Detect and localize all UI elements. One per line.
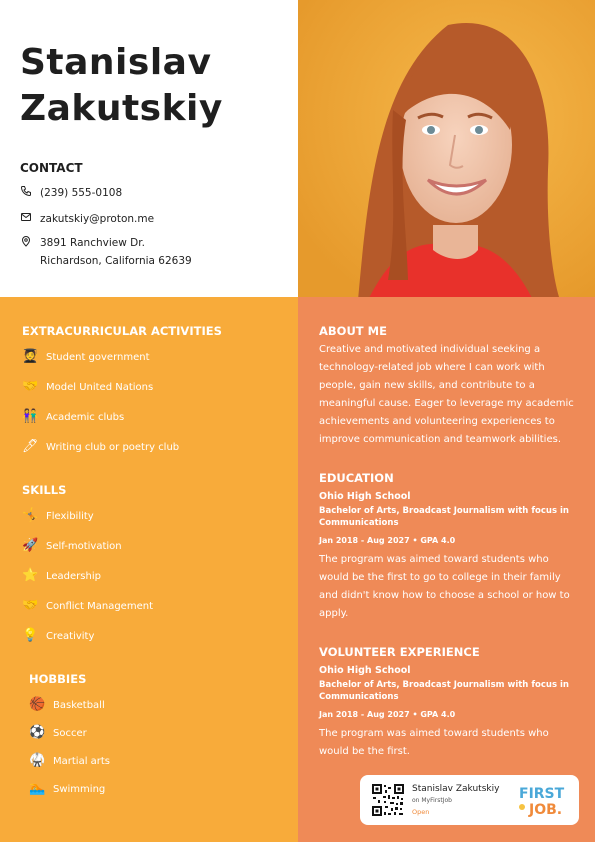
item-label: Student government	[46, 351, 150, 363]
address-line2: Richardson, California 62639	[40, 255, 192, 267]
people-icon: 👫	[22, 409, 39, 424]
extracurricular-item: 🧑‍🎓 Student government	[22, 349, 150, 365]
item-label: Flexibility	[46, 510, 94, 522]
item-label: Self-motivation	[46, 540, 122, 552]
education-dates: Jan 2018 - Aug 2027 • GPA 4.0	[319, 536, 456, 545]
volunteer-dates: Jan 2018 - Aug 2027 • GPA 4.0	[319, 710, 456, 719]
skill-item: 💡 Creativity	[22, 628, 94, 644]
extracurricular-heading: EXTRACURRICULAR ACTIVITIES	[22, 324, 222, 338]
about-heading: ABOUT ME	[319, 324, 387, 338]
item-label: Martial arts	[53, 755, 111, 767]
skill-item: 🚀 Self-motivation	[22, 538, 122, 554]
lightbulb-icon: 💡	[22, 628, 39, 643]
contact-address: 3891 Ranchview Dr. Richardson, Californi…	[20, 234, 192, 270]
badge-subtitle: on MyFirstJob	[412, 797, 452, 804]
extracurricular-item: 🖊 Writing club or poetry club	[22, 439, 179, 455]
volunteer-school: Ohio High School	[319, 665, 411, 676]
mail-icon	[21, 213, 31, 221]
location-pin-icon	[21, 236, 31, 247]
martial-arts-icon: 🥋	[29, 753, 46, 768]
about-text: Creative and motivated individual seekin…	[319, 344, 574, 445]
badge-name: Stanislav Zakutskiy	[412, 784, 500, 794]
rocket-icon: 🚀	[22, 538, 39, 553]
volunteer-text: The program was aimed toward students wh…	[319, 728, 549, 757]
item-label: Soccer	[53, 727, 87, 739]
item-label: Model United Nations	[46, 381, 154, 393]
skill-item: 🤸 Flexibility	[22, 508, 94, 524]
pen-icon: 🖊	[22, 439, 39, 454]
profile-photo	[298, 0, 595, 297]
qr-code-icon	[372, 784, 404, 816]
swimmer-icon: 🏊	[29, 781, 46, 796]
education-degree: Bachelor of Arts, Broadcast Journalism w…	[319, 506, 569, 528]
header-panel: Stanislav Zakutskiy CONTACT (239) 555-01…	[0, 0, 298, 297]
skill-item: ⭐ Leadership	[22, 568, 101, 584]
svg-text:JOB.: JOB.	[528, 802, 562, 817]
star-icon: ⭐	[22, 568, 39, 583]
graduate-icon: 🧑‍🎓	[22, 349, 39, 364]
handshake-icon: 🤝	[22, 379, 39, 394]
education-text: The program was aimed toward students wh…	[319, 554, 570, 619]
address-text: 3891 Ranchview Dr. Richardson, Californi…	[40, 234, 192, 270]
phone-text: (239) 555-0108	[40, 187, 123, 199]
skills-heading: SKILLS	[22, 483, 67, 497]
education-school: Ohio High School	[319, 491, 411, 502]
item-label: Conflict Management	[46, 600, 153, 612]
skill-item: 🤝 Conflict Management	[22, 598, 153, 614]
hobby-item: 🏊 Swimming	[29, 781, 105, 797]
extracurricular-item: 👫 Academic clubs	[22, 409, 124, 425]
last-name: Zakutskiy	[20, 88, 223, 129]
hobbies-heading: HOBBIES	[29, 672, 87, 686]
education-heading: EDUCATION	[319, 471, 394, 485]
badge-open-link[interactable]: Open	[412, 808, 429, 816]
item-label: Creativity	[46, 630, 95, 642]
first-name: Stanislav	[20, 42, 212, 83]
hobby-item: 🥋 Martial arts	[29, 753, 110, 769]
contact-phone[interactable]: (239) 555-0108	[20, 184, 122, 202]
contact-email[interactable]: zakutskiy@proton.me	[20, 210, 154, 228]
volunteer-degree: Bachelor of Arts, Broadcast Journalism w…	[319, 680, 569, 702]
item-label: Leadership	[46, 570, 101, 582]
soccer-ball-icon: ⚽	[29, 725, 46, 740]
item-label: Academic clubs	[46, 411, 125, 423]
candidate-name: Stanislav Zakutskiy	[20, 40, 223, 132]
volunteer-heading: VOLUNTEER EXPERIENCE	[319, 645, 480, 659]
basketball-icon: 🏀	[29, 697, 46, 712]
extracurricular-item: 🤝 Model United Nations	[22, 379, 153, 395]
myfirstjob-logo-icon: FIRST JOB.	[519, 786, 565, 817]
phone-icon	[20, 186, 31, 197]
item-label: Swimming	[53, 783, 106, 795]
contact-heading: CONTACT	[20, 161, 83, 175]
handshake-icon: 🤝	[22, 598, 39, 613]
email-text: zakutskiy@proton.me	[40, 213, 155, 225]
item-label: Basketball	[53, 699, 105, 711]
hobby-item: 🏀 Basketball	[29, 697, 105, 713]
item-label: Writing club or poetry club	[46, 441, 180, 453]
gymnast-icon: 🤸	[22, 508, 39, 523]
svg-text:FIRST: FIRST	[519, 786, 565, 802]
hobby-item: ⚽ Soccer	[29, 725, 87, 741]
myfirstjob-badge[interactable]: Stanislav Zakutskiy on MyFirstJob Open F…	[360, 775, 579, 825]
address-line1: 3891 Ranchview Dr.	[40, 237, 145, 249]
